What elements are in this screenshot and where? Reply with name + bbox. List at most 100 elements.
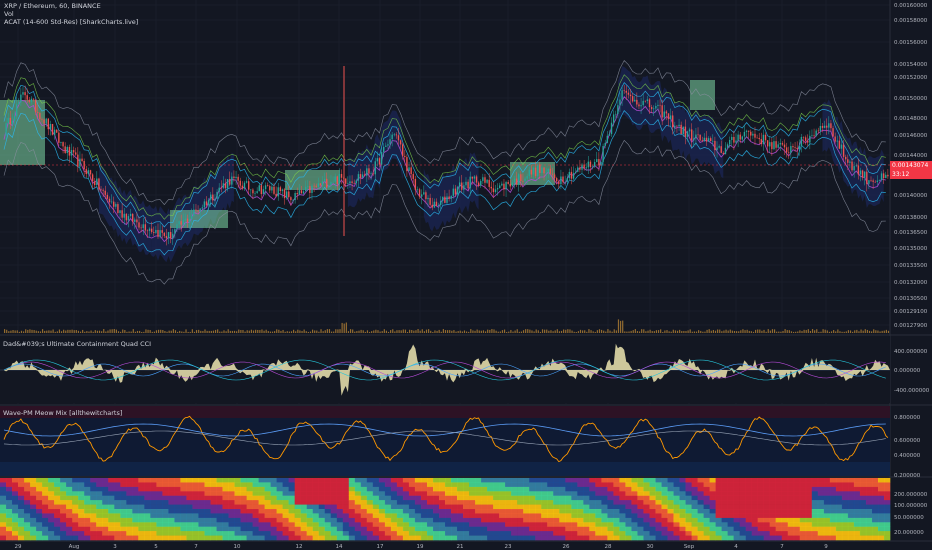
symbol-title[interactable]: XRP / Ethereum, 60, BINANCE bbox=[4, 2, 101, 11]
candle-body bbox=[657, 104, 659, 106]
heatmap-cell bbox=[847, 495, 855, 501]
heatmap-cell bbox=[835, 522, 843, 527]
heatmap-cell bbox=[150, 478, 157, 483]
heatmap-cell bbox=[787, 495, 795, 501]
heatmap-cell bbox=[300, 491, 307, 496]
heatmap-cell bbox=[505, 478, 512, 483]
heatmap-cell bbox=[451, 509, 458, 514]
indicator-legend[interactable]: ACAT (14-600 Std-Res) [SharkCharts.live] bbox=[4, 18, 138, 27]
heatmap-cell bbox=[733, 482, 740, 488]
heatmap-cell bbox=[829, 531, 837, 536]
candle-body bbox=[410, 167, 412, 175]
heatmap-cell bbox=[384, 535, 392, 541]
heatmap-cell bbox=[739, 522, 746, 527]
heatmap-cell bbox=[48, 509, 55, 514]
candle-body bbox=[486, 179, 488, 183]
volume-bar bbox=[276, 329, 278, 333]
heatmap-cell bbox=[517, 513, 524, 519]
candle-body bbox=[241, 185, 244, 189]
heatmap-cell bbox=[649, 500, 656, 505]
heatmap-cell bbox=[0, 495, 7, 501]
heatmap-cell bbox=[342, 535, 350, 541]
heatmap-cell bbox=[445, 522, 452, 527]
heatmap-cell bbox=[655, 486, 662, 492]
heatmap-cell bbox=[396, 513, 404, 519]
volume-bar bbox=[567, 329, 569, 333]
candle-body bbox=[163, 232, 166, 236]
heatmap-cell bbox=[721, 478, 728, 483]
volume-bar bbox=[297, 329, 299, 333]
candle-body bbox=[716, 147, 718, 151]
heatmap-cell bbox=[378, 509, 386, 514]
wave-panel-title[interactable]: Wave-PM Meow Mix [allthewitcharts] bbox=[3, 409, 122, 417]
heatmap-cell bbox=[354, 517, 362, 523]
heatmap-cell bbox=[661, 531, 668, 536]
heatmap-cell bbox=[595, 504, 602, 510]
candle-body bbox=[72, 150, 75, 153]
heatmap-cell bbox=[144, 491, 151, 496]
heatmap-cell bbox=[144, 500, 151, 505]
heatmap-cell bbox=[853, 509, 861, 514]
heatmap-cell bbox=[805, 500, 813, 505]
price-tick-label: 0.00133500 bbox=[894, 263, 928, 269]
heatmap-cell bbox=[18, 482, 25, 488]
heatmap-panel[interactable] bbox=[0, 478, 891, 541]
heatmap-cell bbox=[853, 535, 861, 541]
heatmap-cell bbox=[878, 478, 885, 483]
cloud-box bbox=[690, 80, 715, 110]
heatmap-cell bbox=[841, 531, 849, 536]
candle-body bbox=[625, 90, 628, 93]
heatmap-cell bbox=[571, 531, 578, 536]
heatmap-cell bbox=[288, 482, 295, 488]
heatmap-cell bbox=[643, 478, 650, 483]
heatmap-cell bbox=[420, 535, 428, 541]
candle-body bbox=[431, 204, 433, 208]
heatmap-cell bbox=[156, 486, 163, 492]
heatmap-cell bbox=[793, 526, 801, 532]
heatmap-cell bbox=[72, 504, 79, 510]
chart-canvas[interactable]: 0.001600000.001580000.001560000.00154000… bbox=[0, 0, 932, 550]
heatmap-cell bbox=[6, 522, 13, 527]
heatmap-cell bbox=[30, 535, 37, 541]
heatmap-cell bbox=[721, 491, 728, 496]
heatmap-cell bbox=[252, 522, 259, 527]
heatmap-cell bbox=[457, 513, 464, 519]
candle-body bbox=[121, 210, 123, 218]
cci-panel-title[interactable]: Dad&#039;s Ultimate Containment Quad CCI bbox=[3, 340, 151, 348]
heatmap-cell bbox=[673, 531, 680, 536]
candle-body bbox=[783, 144, 786, 148]
candle-body bbox=[882, 173, 885, 179]
heatmap-cell bbox=[427, 522, 434, 527]
heatmap-cell bbox=[427, 478, 434, 483]
heatmap-cell bbox=[12, 495, 19, 501]
heatmap-cell bbox=[330, 482, 337, 488]
heatmap-cell bbox=[715, 478, 722, 483]
candle-body bbox=[872, 180, 874, 182]
heatmap-cell bbox=[463, 513, 470, 519]
candle-body bbox=[349, 181, 351, 184]
heatmap-cell bbox=[240, 482, 247, 488]
heatmap-cell bbox=[132, 513, 139, 519]
heatmap-cell bbox=[673, 500, 680, 505]
heatmap-cell bbox=[673, 517, 680, 523]
heatmap-cell bbox=[414, 504, 422, 510]
heatmap-cell bbox=[360, 504, 368, 510]
heatmap-cell bbox=[378, 482, 386, 488]
volume-bar bbox=[212, 330, 215, 333]
candle-body bbox=[792, 146, 794, 148]
heatmap-cell bbox=[264, 526, 271, 532]
candle-body bbox=[701, 140, 703, 141]
heatmap-cell bbox=[775, 531, 782, 536]
volume-bar bbox=[499, 331, 501, 333]
heatmap-cell bbox=[336, 486, 344, 492]
volume-bar bbox=[685, 331, 687, 333]
heatmap-cell bbox=[336, 504, 344, 510]
volume-bar bbox=[421, 329, 423, 333]
heatmap-cell bbox=[366, 535, 374, 541]
wave-panel[interactable] bbox=[0, 406, 890, 476]
heatmap-cell bbox=[330, 535, 337, 541]
heatmap-cell bbox=[234, 513, 241, 519]
heatmap-cell bbox=[204, 482, 211, 488]
heatmap-cell bbox=[631, 522, 638, 527]
heatmap-cell bbox=[30, 491, 37, 496]
